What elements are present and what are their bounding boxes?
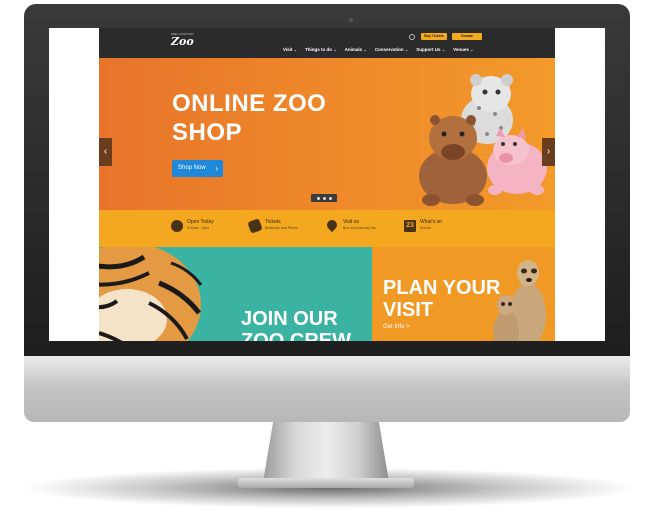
tiger-image xyxy=(99,247,203,341)
join-title-line: ZOO CREW xyxy=(241,330,351,341)
nav-item-visit[interactable]: Visit ⌄ xyxy=(283,46,297,54)
clock-icon xyxy=(171,220,183,232)
nav-item-support-us[interactable]: Support Us ⌄ xyxy=(416,46,445,54)
get-info-link[interactable]: Get Info > xyxy=(383,324,410,330)
nav-item-animals[interactable]: Animals ⌄ xyxy=(345,46,367,54)
shop-now-label: Shop Now xyxy=(178,165,206,171)
nav-item-things-to-do[interactable]: Things to do ⌄ xyxy=(305,46,337,54)
zoo-website: WELLINGTON Zoo Buy Tickets Donate Visit … xyxy=(99,28,555,341)
nav-label: Conservation xyxy=(374,47,404,52)
plan-title-line: PLAN YOUR xyxy=(383,277,501,299)
nav-item-conservation[interactable]: Conservation ⌄ xyxy=(375,46,408,54)
plan-title-line: VISIT xyxy=(383,299,434,321)
carousel-dot[interactable] xyxy=(316,196,320,200)
map-pin-icon xyxy=(324,217,340,233)
carousel-dot[interactable] xyxy=(322,196,326,200)
nav-label: Things to do xyxy=(305,47,333,52)
camera-dot xyxy=(349,18,353,22)
calendar-icon: 23 xyxy=(404,220,416,232)
monitor-foot xyxy=(238,478,414,488)
nav-label: Support Us xyxy=(416,47,441,52)
search-icon[interactable] xyxy=(409,34,415,40)
chevron-down-icon: ⌄ xyxy=(441,47,446,52)
plan-your-visit-promo[interactable]: PLAN YOUR VISIT Get Info > xyxy=(372,247,555,341)
nav-label: Animals xyxy=(344,47,363,52)
main-nav: Visit ⌄ Things to do ⌄ Animals ⌄ Conserv… xyxy=(283,46,553,54)
arrow-right-icon: › xyxy=(215,164,218,173)
zoo-logo[interactable]: WELLINGTON Zoo xyxy=(171,32,194,48)
donate-button[interactable]: Donate xyxy=(452,33,482,40)
plush-toys-image xyxy=(419,74,547,206)
info-subtitle: Events xyxy=(420,226,431,230)
join-zoo-crew-promo[interactable]: JOIN OUR ZOO CREW xyxy=(99,247,372,341)
join-title-line: JOIN OUR xyxy=(241,308,338,330)
nav-label: Venues xyxy=(453,47,469,52)
info-subtitle: Bookings and Prices xyxy=(265,226,298,230)
join-title: JOIN OUR ZOO CREW xyxy=(241,308,351,341)
monitor-screen: WELLINGTON Zoo Buy Tickets Donate Visit … xyxy=(49,28,605,341)
nav-label: Visit xyxy=(283,47,293,52)
carousel-indicators[interactable] xyxy=(311,194,337,202)
monitor-stand xyxy=(263,422,389,482)
info-title: Open Today xyxy=(187,219,214,225)
site-header: WELLINGTON Zoo Buy Tickets Donate Visit … xyxy=(99,28,555,58)
carousel-next-button[interactable]: › xyxy=(542,138,555,166)
info-title: Visit us xyxy=(343,219,360,225)
chevron-down-icon: ⌄ xyxy=(470,47,474,52)
chevron-down-icon: ⌄ xyxy=(404,47,409,52)
quick-info-bar: Open Today 9:30am - 5pm Tickets Bookings… xyxy=(99,210,555,247)
plan-title: PLAN YOUR VISIT xyxy=(383,277,500,321)
chevron-down-icon: ⌄ xyxy=(293,47,298,52)
chevron-down-icon: ⌄ xyxy=(363,47,367,52)
hero-banner: ONLINE ZOO SHOP Shop Now › ‹ › xyxy=(99,58,555,210)
info-title: What's on xyxy=(420,219,443,225)
info-title: Tickets xyxy=(265,219,281,225)
logo-wordmark: Zoo xyxy=(171,35,194,48)
buy-tickets-button[interactable]: Buy Tickets xyxy=(421,33,447,40)
shop-now-button[interactable]: Shop Now › xyxy=(172,160,223,177)
carousel-dot[interactable] xyxy=(328,196,332,200)
info-subtitle: 9:30am - 5pm xyxy=(187,226,210,230)
carousel-prev-button[interactable]: ‹ xyxy=(99,138,112,166)
monitor-chin xyxy=(24,356,630,422)
info-subtitle: Bus and parking info xyxy=(343,226,376,230)
ticket-icon xyxy=(247,218,263,234)
hero-title: ONLINE ZOO SHOP xyxy=(172,89,326,147)
chevron-down-icon: ⌄ xyxy=(333,47,337,52)
hero-title-line: SHOP xyxy=(172,119,243,146)
nav-item-venues[interactable]: Venues ⌄ xyxy=(453,46,473,54)
hero-title-line: ONLINE ZOO xyxy=(172,90,327,117)
